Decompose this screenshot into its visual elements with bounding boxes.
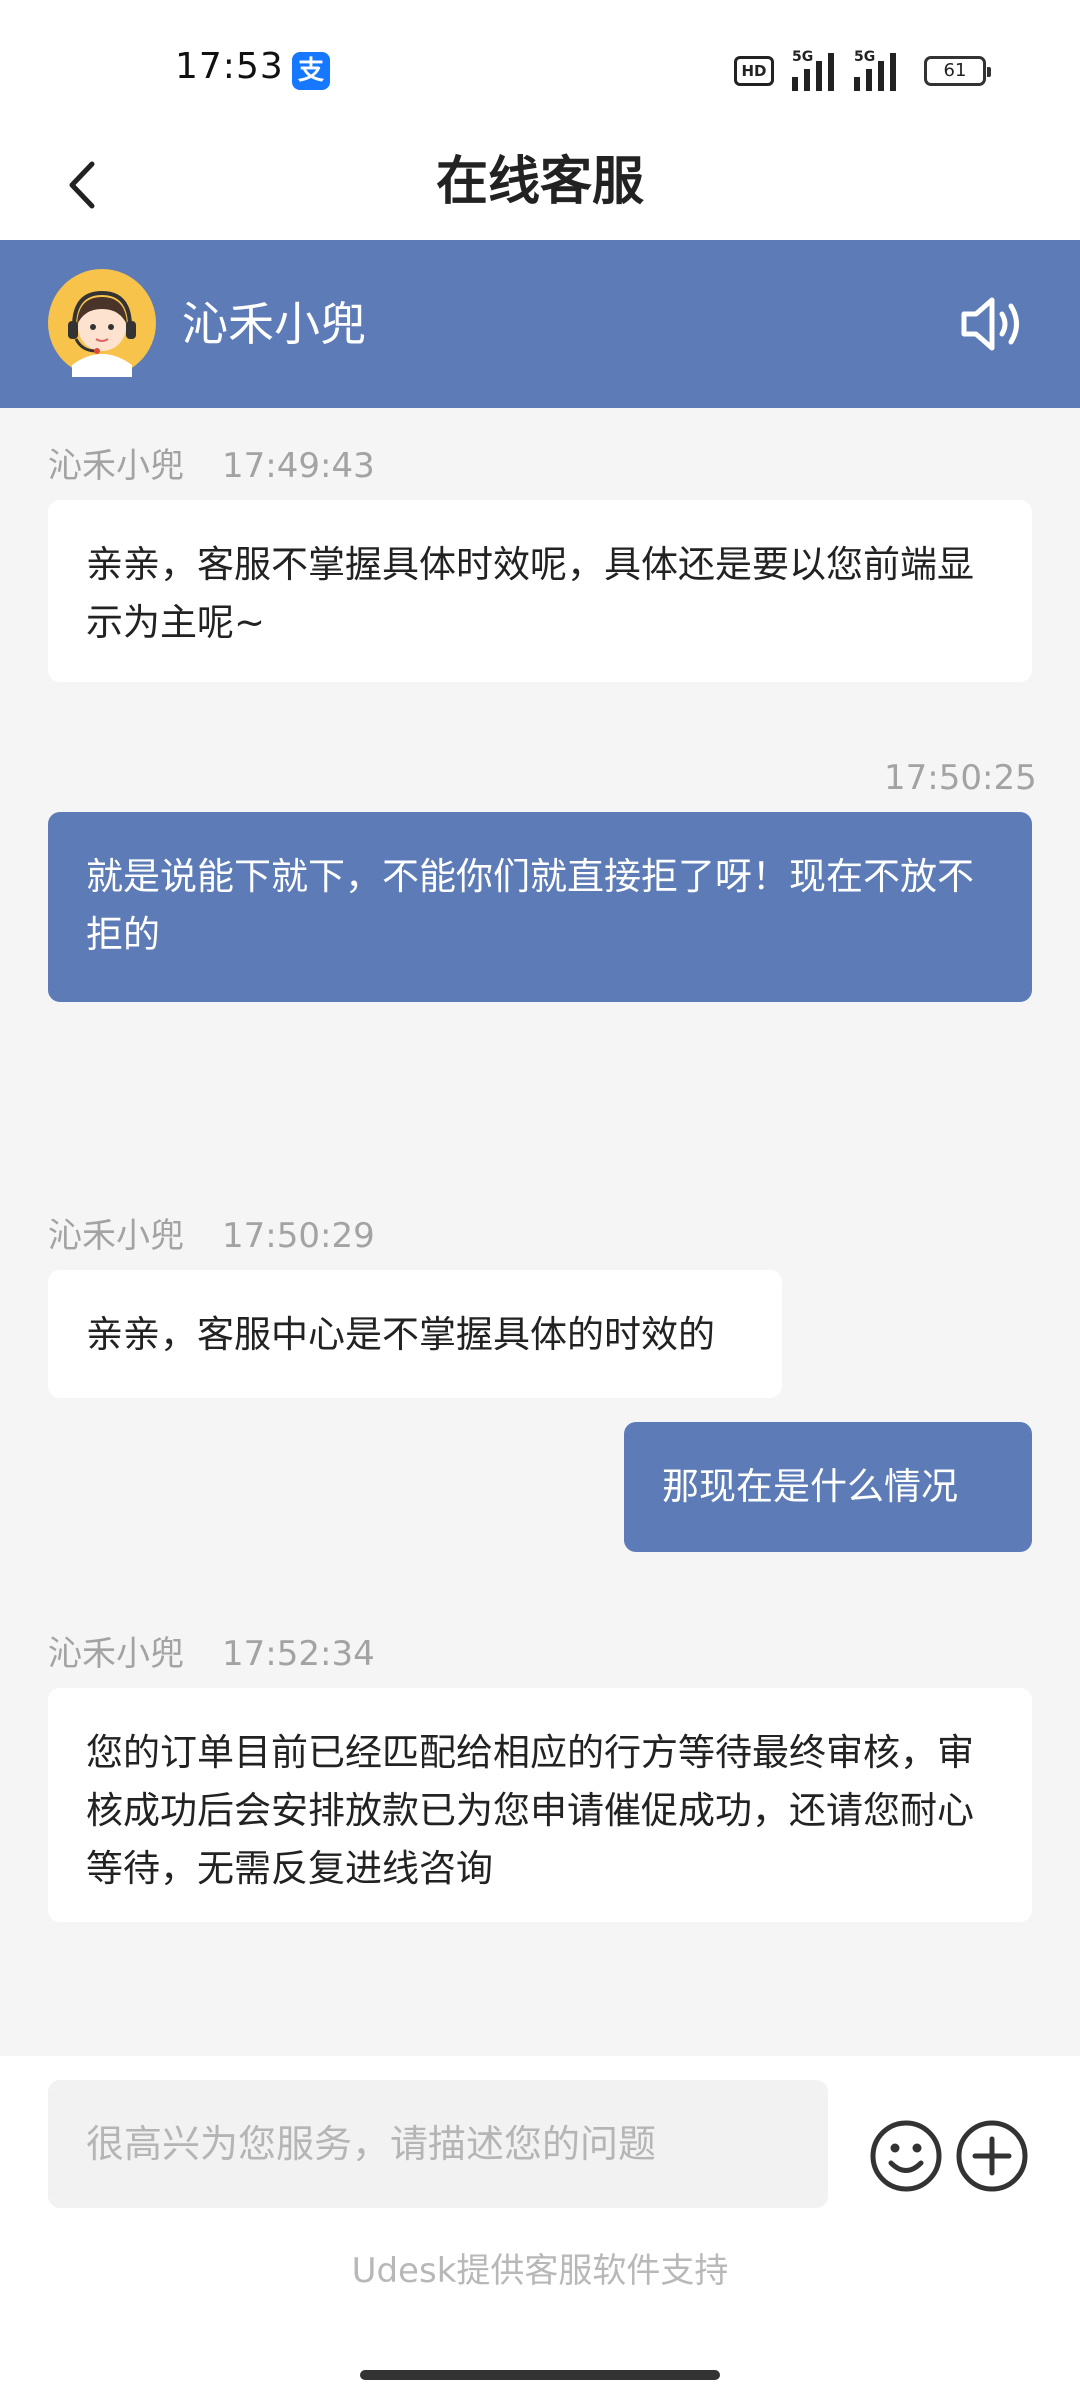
agent-header: 沁禾小兜 [0, 240, 1080, 408]
title-bar: 在线客服 [0, 130, 1080, 240]
message-bubble-outgoing: 就是说能下就下，不能你们就直接拒了呀！现在不放不拒的 [48, 812, 1032, 1002]
message-sender: 沁禾小兜 [48, 1634, 184, 1674]
signal-5g-icon-secondary: 5G [854, 49, 906, 91]
message-time: 17:49:43 [222, 446, 375, 486]
input-area: 很高兴为您服务，请描述您的问题 Udesk提供客服软件支持 [0, 2056, 1080, 2400]
powered-by-text: Udesk提供客服软件支持 [351, 2251, 729, 2291]
message-input[interactable]: 很高兴为您服务，请描述您的问题 [48, 2080, 828, 2208]
message-meta: 沁禾小兜 17:50:29 [48, 1214, 375, 1258]
input-placeholder: 很高兴为您服务，请描述您的问题 [86, 2122, 657, 2166]
support-agent-avatar [48, 269, 156, 377]
message-time-outgoing: 17:50:25 [884, 758, 1037, 798]
message-bubble-incoming: 亲亲，客服中心是不掌握具体的时效的 [48, 1270, 782, 1398]
alipay-icon: 支 [292, 52, 330, 90]
status-indicators: HD 5G 5G 61 [734, 49, 991, 92]
status-bar: 17:53 支 HD 5G 5G 61 [0, 0, 1080, 130]
speaker-icon [961, 297, 1019, 351]
plus-circle-icon [956, 2120, 1028, 2192]
message-time: 17:50:29 [222, 1216, 375, 1256]
message-meta: 沁禾小兜 17:52:34 [48, 1632, 375, 1676]
signal-5g-label-secondary: 5G [854, 49, 876, 65]
speaker-button[interactable] [956, 286, 1032, 362]
signal-5g-label: 5G [792, 49, 814, 65]
battery-icon: 61 [924, 56, 991, 86]
status-time: 17:53 [175, 46, 284, 87]
emoji-button[interactable] [868, 2118, 944, 2194]
message-bubble-outgoing: 那现在是什么情况 [624, 1422, 1032, 1552]
smiley-icon [870, 2120, 942, 2192]
signal-5g-icon: 5G [792, 49, 844, 91]
home-indicator[interactable] [360, 2370, 720, 2380]
message-meta: 沁禾小兜 17:49:43 [48, 444, 375, 488]
message-sender: 沁禾小兜 [48, 1216, 184, 1256]
message-sender: 沁禾小兜 [48, 446, 184, 486]
hd-icon: HD [734, 56, 774, 86]
page-title: 在线客服 [435, 152, 644, 212]
agent-name: 沁禾小兜 [182, 297, 366, 351]
message-bubble-incoming: 亲亲，客服不掌握具体时效呢，具体还是要以您前端显示为主呢~ [48, 500, 1032, 682]
message-bubble-incoming: 您的订单目前已经匹配给相应的行方等待最终审核，审核成功后会安排放款已为您申请催促… [48, 1688, 1032, 1922]
message-time: 17:52:34 [222, 1634, 375, 1674]
more-options-button[interactable] [954, 2118, 1030, 2194]
